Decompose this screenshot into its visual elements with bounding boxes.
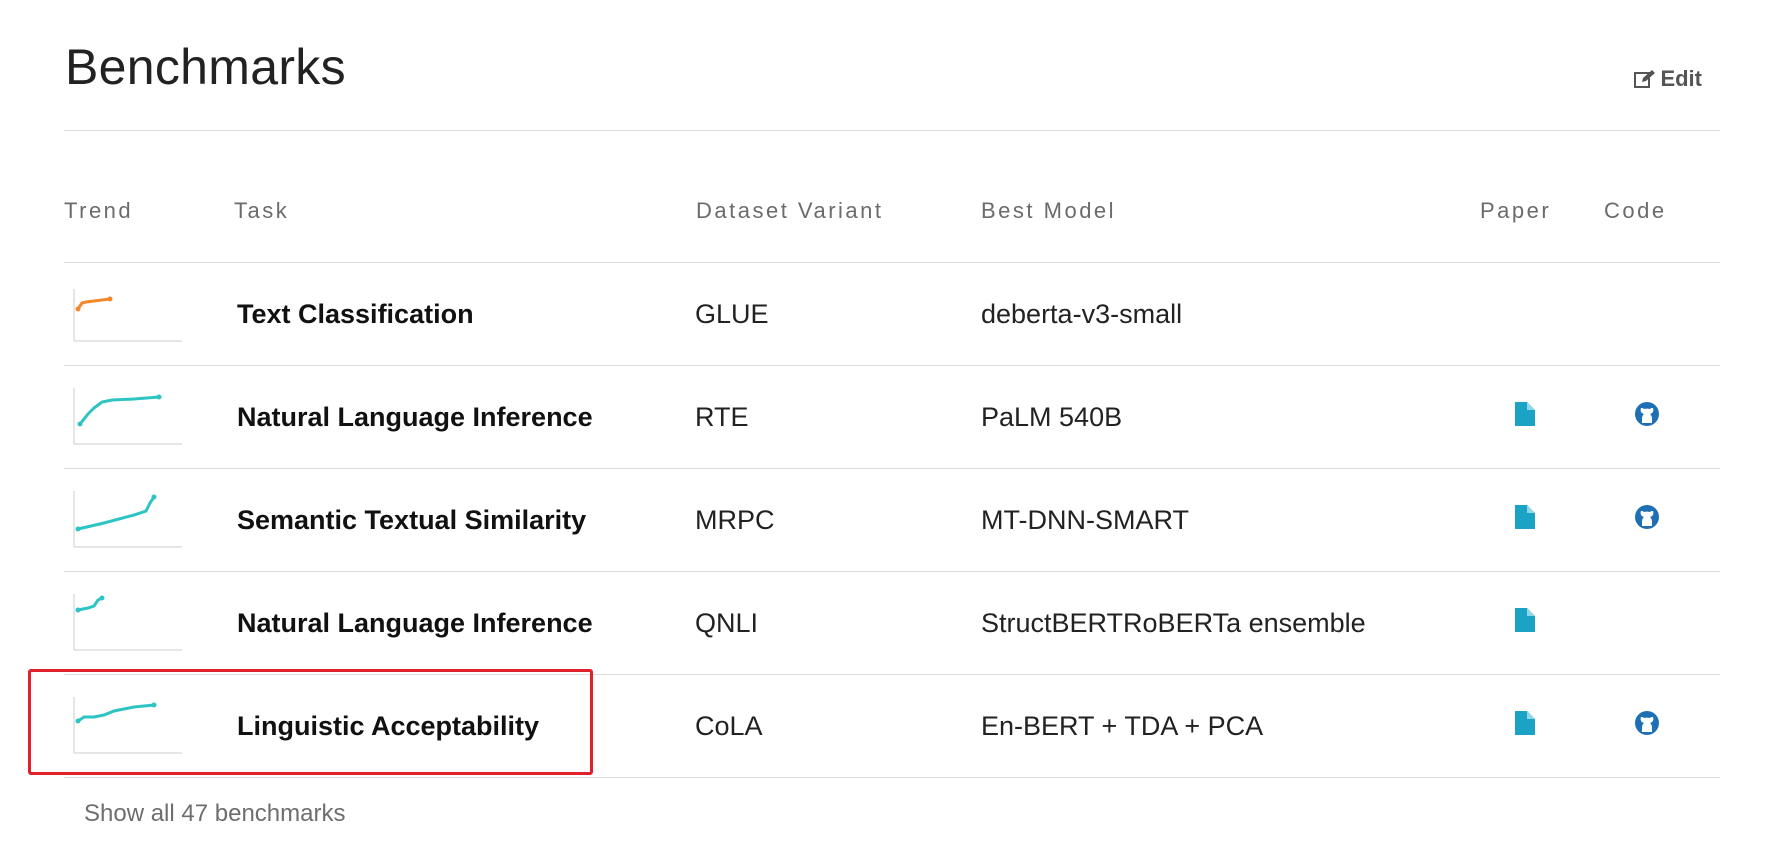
paper-icon[interactable] (1513, 503, 1537, 536)
trend-thumbnail[interactable] (64, 691, 186, 763)
table-row[interactable]: Text Classification GLUE deberta-v3-smal… (64, 263, 1720, 365)
row-divider (64, 777, 1720, 778)
title-divider (64, 130, 1720, 131)
task-name[interactable]: Text Classification (237, 299, 474, 330)
best-model[interactable]: En-BERT + TDA + PCA (981, 711, 1263, 742)
edit-button[interactable]: Edit (1634, 66, 1702, 92)
header-task: Task (234, 198, 290, 223)
header-trend: Trend (64, 198, 134, 223)
dataset-variant[interactable]: GLUE (695, 299, 769, 330)
best-model[interactable]: MT-DNN-SMART (981, 505, 1189, 536)
table-header: Trend Task Dataset Variant Best Model Pa… (64, 198, 1720, 238)
task-name[interactable]: Linguistic Acceptability (237, 711, 539, 742)
dataset-variant[interactable]: CoLA (695, 711, 763, 742)
task-name[interactable]: Semantic Textual Similarity (237, 505, 586, 536)
task-name[interactable]: Natural Language Inference (237, 608, 593, 639)
header-code: Code (1604, 198, 1667, 223)
paper-icon[interactable] (1513, 400, 1537, 433)
page-title: Benchmarks (65, 39, 346, 95)
paper-icon[interactable] (1513, 606, 1537, 639)
table-row[interactable]: Semantic Textual Similarity MRPC MT-DNN-… (64, 469, 1720, 571)
task-name[interactable]: Natural Language Inference (237, 402, 593, 433)
dataset-variant[interactable]: QNLI (695, 608, 758, 639)
trend-thumbnail[interactable] (64, 382, 186, 454)
table-row[interactable]: Natural Language Inference QNLI StructBE… (64, 572, 1720, 674)
table-row[interactable]: Linguistic Acceptability CoLA En-BERT + … (64, 675, 1720, 777)
trend-thumbnail[interactable] (64, 485, 186, 557)
best-model[interactable]: deberta-v3-small (981, 299, 1182, 330)
github-icon[interactable] (1633, 400, 1661, 433)
best-model[interactable]: PaLM 540B (981, 402, 1122, 433)
edit-icon (1634, 69, 1656, 89)
trend-thumbnail[interactable] (64, 588, 186, 660)
dataset-variant[interactable]: RTE (695, 402, 749, 433)
trend-thumbnail[interactable] (64, 279, 186, 351)
best-model[interactable]: StructBERTRoBERTa ensemble (981, 608, 1366, 639)
header-dataset: Dataset Variant (696, 198, 884, 223)
github-icon[interactable] (1633, 709, 1661, 742)
paper-icon[interactable] (1513, 709, 1537, 742)
show-all-benchmarks-link[interactable]: Show all 47 benchmarks (84, 800, 345, 828)
header-paper: Paper (1480, 198, 1552, 223)
edit-label: Edit (1660, 66, 1702, 91)
header-best-model: Best Model (981, 198, 1117, 223)
table-row[interactable]: Natural Language Inference RTE PaLM 540B (64, 366, 1720, 468)
github-icon[interactable] (1633, 503, 1661, 536)
dataset-variant[interactable]: MRPC (695, 505, 775, 536)
